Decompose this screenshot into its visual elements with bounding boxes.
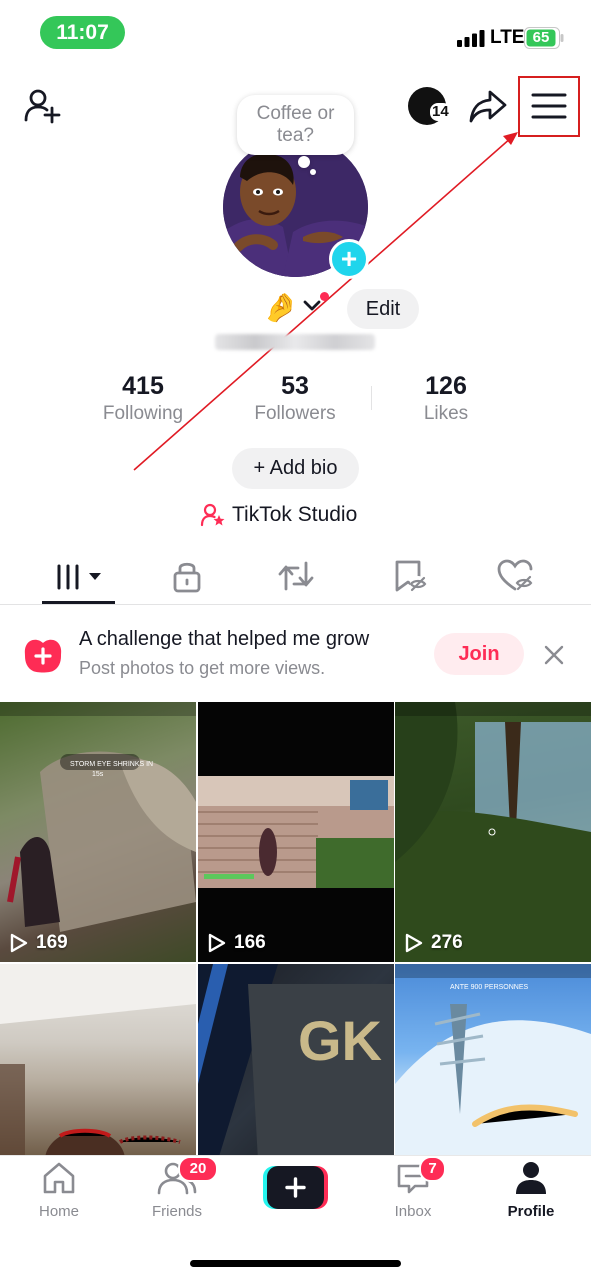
video-thumbnail[interactable]: GK [198,964,394,1160]
nav-home[interactable]: Home [14,1160,104,1220]
tab-repost-icon[interactable] [276,556,316,596]
tab-favorites-bookmark-hidden-icon[interactable] [389,556,429,596]
studio-user-star-icon [200,503,225,527]
nav-friends-label: Friends [151,1203,203,1220]
signal-icon [457,30,485,47]
close-icon[interactable] [543,644,565,666]
network-type: LTE [490,27,525,48]
video-thumbnail[interactable]: ANTE 900 PERSONNES [395,964,591,1160]
nav-profile-label: Profile [507,1203,555,1220]
add-bio-button[interactable]: + Add bio [232,448,359,489]
nav-home-label: Home [38,1203,79,1220]
play-icon [10,933,28,953]
tab-videos-grid-icon[interactable] [54,556,110,596]
video-1-artwork: STORM EYE SHRINKS IN 15s [0,702,196,932]
profile-icon [516,1162,546,1194]
following-label: Following [102,403,184,424]
challenge-title: A challenge that helped me grow [79,628,370,650]
note-bubble-tail [298,156,310,168]
nav-profile[interactable]: Profile [486,1160,576,1220]
video-4-artwork [0,964,196,1160]
gk-logo-text: GK [298,1009,382,1072]
view-count-value: 169 [36,932,68,953]
share-icon[interactable] [468,86,508,126]
following-stat[interactable]: 415 Following [78,372,208,425]
tabs-divider [0,604,591,605]
video-thumbnail[interactable]: 166 [198,702,394,962]
inbox-badge: 7 [419,1156,446,1182]
likes-stat[interactable]: 126 Likes [381,372,511,425]
home-indicator [190,1260,401,1267]
play-icon [208,933,226,953]
likes-count: 126 [425,372,467,400]
notification-count: 14 [430,103,451,121]
video-6-artwork: ANTE 900 PERSONNES [395,964,591,1160]
challenge-subtitle: Post photos to get more views. [79,658,326,678]
friends-badge: 20 [178,1156,218,1182]
remaining-players-text: ANTE 900 PERSONNES [450,984,529,991]
tab-private-lock-icon[interactable] [167,556,207,596]
video-3-artwork [395,702,591,962]
display-name: 🤌 [263,292,298,323]
challenge-plus-icon [24,639,62,673]
status-time: 11:07 [40,16,125,49]
likes-label: Likes [423,403,469,424]
play-icon [405,933,423,953]
stat-divider [371,386,372,410]
username-redacted [215,334,375,350]
create-plus-button[interactable] [263,1166,328,1209]
following-count: 415 [122,372,164,400]
storm-timer-text: 15s [92,771,104,778]
chevron-down-icon[interactable] [302,298,322,314]
add-friend-icon[interactable] [22,86,62,126]
view-count: 276 [405,932,463,954]
notification-dot [320,292,329,301]
followers-stat[interactable]: 53 Followers [230,372,360,425]
add-photo-plus-icon[interactable]: + [329,239,369,279]
hamburger-menu-icon[interactable] [529,88,569,124]
followers-label: Followers [254,403,336,424]
nav-inbox-label: Inbox [394,1203,432,1220]
home-icon [43,1162,75,1194]
join-challenge-button[interactable]: Join [434,633,524,675]
video-thumbnail[interactable] [0,964,196,1160]
video-thumbnail[interactable]: 276 [395,702,591,962]
note-bubble[interactable]: Coffee or tea? [237,95,354,155]
video-5-artwork: GK [198,964,394,1160]
video-2-artwork [198,776,394,888]
note-bubble-tail-small [310,169,316,175]
edit-profile-button[interactable]: Edit [347,289,419,329]
followers-count: 53 [281,372,309,400]
view-count: 166 [208,932,266,954]
view-count-value: 166 [234,932,266,953]
tab-liked-heart-hidden-icon[interactable] [495,556,535,596]
view-count-value: 276 [431,932,463,953]
battery-level: 65 [532,29,550,46]
video-thumbnail[interactable]: STORM EYE SHRINKS IN 15s 169 [0,702,196,962]
tiktok-studio-link[interactable]: TikTok Studio [200,500,357,530]
tiktok-studio-label: TikTok Studio [232,503,358,526]
storm-banner-text: STORM EYE SHRINKS IN [70,761,153,768]
view-count: 169 [10,932,68,954]
